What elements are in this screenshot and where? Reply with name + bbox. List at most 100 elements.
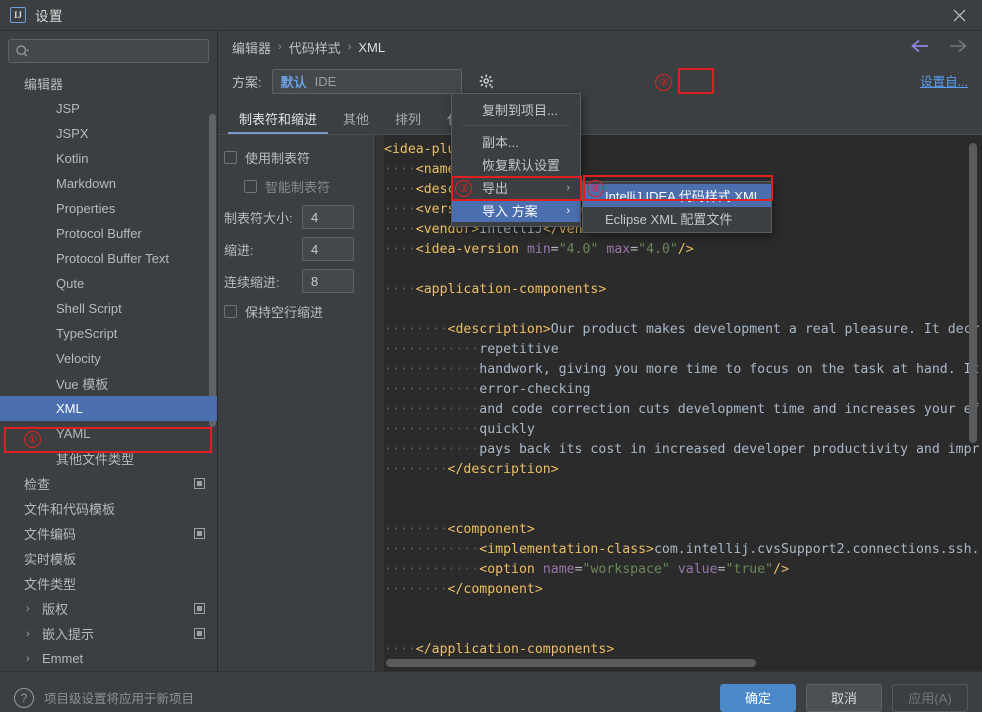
settings-customize-link[interactable]: 设置自... (920, 71, 968, 90)
submenu-item-IntelliJ-IDEA-代码样式-XML[interactable]: IntelliJ IDEA 代码样式 XML (583, 184, 771, 207)
sidebar-item-XML[interactable]: XML (0, 396, 217, 421)
continuation-indent-input[interactable]: 8 (302, 269, 354, 293)
editor-vertical-scrollbar[interactable] (969, 143, 977, 443)
search-icon (16, 44, 29, 57)
keep-blank-indents-checkbox[interactable] (224, 304, 237, 318)
code-token: min (526, 242, 551, 257)
code-line: ············<implementation-class>com.in… (384, 540, 982, 560)
sidebar-item-文件和代码模板[interactable]: 文件和代码模板 (0, 496, 217, 521)
code-line: ············quickly (384, 420, 982, 440)
menu-item-复制到项目-[interactable]: 复制到项目... (452, 98, 580, 121)
breadcrumb-item-0[interactable]: 编辑器 (232, 38, 271, 57)
settings-tree[interactable]: 编辑器 JSP JSPX Kotlin Markdown Properties Protoc… (0, 69, 217, 671)
keep-blank-indents-label: 保持空行缩进 (245, 304, 324, 320)
use-tabs-label: 使用制表符 (245, 150, 311, 166)
menu-item-label: 复制到项目... (482, 103, 558, 118)
sidebar-item-JSPX[interactable]: JSPX (0, 121, 217, 146)
code-token: /> (773, 562, 790, 577)
code-token: ········ (384, 582, 448, 597)
menu-item-副本-[interactable]: 副本... (452, 130, 580, 153)
sidebar-item-Qute[interactable]: Qute (0, 271, 217, 296)
code-token: ············ (384, 442, 480, 457)
field-continuation-indent: 连续缩进: 8 (224, 269, 363, 293)
scheme-gear-button[interactable] (474, 70, 500, 94)
use-tabs-checkbox[interactable] (224, 150, 237, 164)
sidebar-item-label: XML (56, 401, 83, 416)
tab-制表符和缩进[interactable]: 制表符和缩进 (226, 106, 330, 134)
sidebar-item-检查[interactable]: 检查 (0, 471, 217, 496)
tab-排列[interactable]: 排列 (382, 106, 434, 134)
tab-其他[interactable]: 其他 (330, 106, 382, 134)
sidebar-item-label: Vue 模板 (56, 377, 109, 392)
code-style-tabs: 制表符和缩进其他排列代码生 (218, 104, 982, 134)
cancel-button[interactable]: 取消 (806, 683, 882, 712)
annotation-marker-1: ① (24, 431, 41, 448)
sidebar-item-Shell Script[interactable]: Shell Script (0, 296, 217, 321)
sidebar-item-Vue 模板[interactable]: Vue 模板 (0, 371, 217, 396)
sidebar-item-编辑器[interactable]: 编辑器 (0, 71, 217, 96)
sidebar-item-文件编码[interactable]: 文件编码 (0, 521, 217, 546)
code-token: max (606, 242, 631, 257)
sidebar-item-Markdown[interactable]: Markdown (0, 171, 217, 196)
search-input[interactable] (33, 43, 202, 59)
editor-horizontal-scrollbar[interactable] (386, 659, 756, 667)
scheme-gear-menu[interactable]: 复制到项目... 副本... 恢复默认设置 导出 › 导入 方案 › (451, 93, 581, 227)
arrow-left-icon[interactable] (910, 36, 930, 56)
sidebar-item-其他文件类型[interactable]: 其他文件类型 (0, 446, 217, 471)
chevron-right-icon[interactable]: › (26, 628, 30, 640)
arrow-right-glyph (950, 39, 967, 53)
settings-sidebar: 编辑器 JSP JSPX Kotlin Markdown Properties Protoc… (0, 31, 218, 671)
breadcrumb-item-1[interactable]: 代码样式 (289, 38, 341, 57)
sidebar-item-Kotlin[interactable]: Kotlin (0, 146, 217, 171)
sidebar-item-label: 版权 (42, 602, 69, 617)
sidebar-item-label: Velocity (56, 351, 101, 366)
sidebar-item-label: 文件编码 (24, 527, 77, 542)
option-smart-tabs: 智能制表符 (224, 176, 363, 196)
sidebar-item-实时模板[interactable]: 实时模板 (0, 546, 217, 571)
code-token: <application-components> (415, 282, 607, 297)
tab-size-input[interactable]: 4 (302, 205, 354, 229)
annotation-box-gear (678, 68, 714, 94)
submenu-item-Eclipse-XML-配置文件[interactable]: Eclipse XML 配置文件 (583, 207, 771, 230)
chevron-right-icon[interactable]: › (26, 603, 30, 615)
menu-item-恢复默认设置[interactable]: 恢复默认设置 (452, 153, 580, 176)
option-use-tabs[interactable]: 使用制表符 (224, 147, 363, 167)
smart-tabs-label: 智能制表符 (265, 179, 331, 195)
sidebar-item-TypeScript[interactable]: TypeScript (0, 321, 217, 346)
apply-button[interactable]: 应用(A) (892, 683, 968, 712)
scheme-combobox[interactable]: 默认 IDE (271, 69, 462, 94)
indent-input[interactable]: 4 (302, 237, 354, 261)
sidebar-item-Emmet[interactable]: › Emmet (0, 646, 217, 671)
search-box[interactable] (8, 39, 209, 63)
sidebar-item-Protocol Buffer[interactable]: Protocol Buffer (0, 221, 217, 246)
config-scope-icon (194, 603, 205, 614)
breadcrumb-item-2: XML (358, 39, 386, 55)
chevron-right-icon[interactable]: › (26, 653, 30, 665)
menu-item-导入-方案[interactable]: 导入 方案 › (452, 199, 580, 222)
sidebar-item-Protocol Buffer Text[interactable]: Protocol Buffer Text (0, 246, 217, 271)
code-line: ············repetitive (384, 340, 982, 360)
close-icon[interactable] (936, 0, 982, 30)
sidebar-item-Properties[interactable]: Properties (0, 196, 217, 221)
dialog-body: 编辑器 JSP JSPX Kotlin Markdown Properties Protoc… (0, 30, 982, 671)
sidebar-item-Velocity[interactable]: Velocity (0, 346, 217, 371)
import-scheme-submenu[interactable]: IntelliJ IDEA 代码样式 XML Eclipse XML 配置文件 (582, 181, 772, 233)
code-token: ········ (384, 462, 448, 477)
arrow-right-icon[interactable] (948, 36, 968, 56)
config-scope-icon (194, 478, 205, 489)
sidebar-item-版权[interactable]: › 版权 (0, 596, 217, 621)
sidebar-item-JSP[interactable]: JSP (0, 96, 217, 121)
sidebar-item-label: Protocol Buffer (56, 226, 142, 241)
menu-item-label: 导入 方案 (482, 204, 538, 219)
sidebar-item-文件类型[interactable]: 文件类型 (0, 571, 217, 596)
ok-button[interactable]: 确定 (720, 683, 796, 712)
dialog-footer: ? 项目级设置将应用于新项目 确定 取消 应用(A) (0, 671, 982, 712)
option-keep-blank-indents[interactable]: 保持空行缩进 (224, 301, 363, 321)
code-token: <idea-version (415, 242, 519, 257)
code-token: com.intellij.cvsSupport2.connections.ssh… (653, 542, 980, 557)
sidebar-item-label: 其他文件类型 (56, 452, 135, 467)
question-mark-icon[interactable]: ? (14, 687, 34, 708)
sidebar-item-嵌入提示[interactable]: › 嵌入提示 (0, 621, 217, 646)
